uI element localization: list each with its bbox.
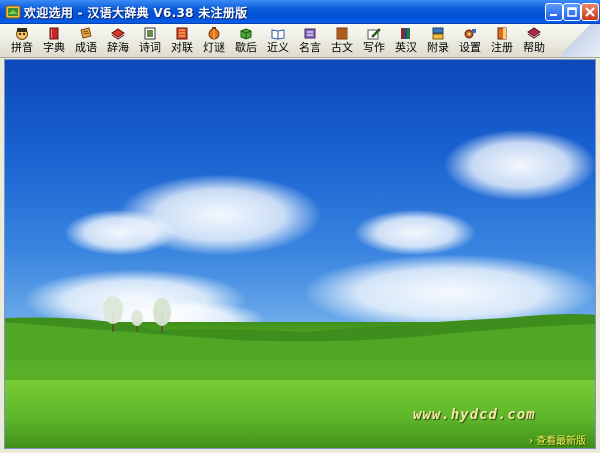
hills-illustration — [5, 296, 595, 380]
check-update-link[interactable]: › 查看最新版 — [529, 432, 586, 447]
settings-icon — [464, 29, 476, 39]
toolbar-label: 对联 — [171, 41, 193, 54]
toolbar-button-shezhi[interactable]: 设置 — [454, 26, 486, 56]
toolbar-label: 注册 — [491, 41, 513, 54]
toolbar-button-zhuce[interactable]: 注册 — [486, 26, 518, 56]
maximize-button[interactable] — [563, 3, 581, 21]
close-button[interactable] — [581, 3, 599, 21]
quote-book-icon — [304, 28, 316, 39]
toolbar-button-xiehou[interactable]: 歇后 — [230, 26, 262, 56]
pinyin-face-icon — [16, 28, 28, 40]
register-book-icon — [497, 27, 507, 40]
framed-picture-icon — [144, 27, 156, 40]
toolbar-button-duilian[interactable]: 对联 — [166, 26, 198, 56]
toolbar-label: 歇后 — [235, 41, 257, 54]
toolbar-label: 设置 — [459, 41, 481, 54]
red-books-icon — [111, 28, 125, 40]
toolbar-label: 近义 — [267, 41, 289, 54]
toolbar-label: 写作 — [363, 41, 385, 54]
toolbar-button-chengyu[interactable]: 成语 — [70, 26, 102, 56]
update-link-label: 查看最新版 — [536, 436, 587, 447]
old-book-icon — [336, 27, 348, 40]
toolbar-button-bangzhu[interactable]: 帮助 — [518, 26, 550, 56]
app-window: 欢迎选用 - 汉语大辞典 V6.38 未注册版 拼音 字典 成语 辞海 诗词 对… — [0, 0, 600, 453]
toolbar-button-shici[interactable]: 诗词 — [134, 26, 166, 56]
scroll-icon — [80, 27, 92, 39]
toolbar-label: 灯谜 — [203, 41, 225, 54]
toolbar-label: 成语 — [75, 41, 97, 54]
main-toolbar: 拼音 字典 成语 辞海 诗词 对联 灯谜 歇后 近义 名言 古文 写作 英汉 附… — [0, 24, 600, 58]
toolbar-label: 帮助 — [523, 41, 545, 54]
toolbar-button-zidian[interactable]: 字典 — [38, 26, 70, 56]
red-book-icon — [49, 27, 59, 40]
appendix-icon — [432, 27, 444, 40]
couplet-icon — [176, 27, 188, 40]
lantern-icon — [208, 27, 220, 40]
toolbar-button-mingyan[interactable]: 名言 — [294, 26, 326, 56]
green-cube-icon — [240, 28, 252, 40]
toolbar-label: 字典 — [43, 41, 65, 54]
toolbar-label: 英汉 — [395, 41, 417, 54]
open-book-icon — [271, 29, 285, 40]
toolbar-button-jinyi[interactable]: 近义 — [262, 26, 294, 56]
title-bar[interactable]: 欢迎选用 - 汉语大辞典 V6.38 未注册版 — [0, 0, 600, 24]
toolbar-label: 古文 — [331, 41, 353, 54]
content-area: www.hydcd.com › 查看最新版 — [4, 59, 596, 449]
dictionary-books-icon — [401, 28, 410, 39]
toolbar-button-guwen[interactable]: 古文 — [326, 26, 358, 56]
toolbar-label: 附录 — [427, 41, 449, 54]
toolbar-button-pinyin[interactable]: 拼音 — [6, 26, 38, 56]
minimize-button[interactable] — [545, 3, 563, 21]
toolbar-button-cihai[interactable]: 辞海 — [102, 26, 134, 56]
toolbar-decoration — [562, 24, 600, 57]
help-book-icon — [527, 27, 541, 39]
app-logo-icon — [5, 5, 21, 19]
maximize-icon — [567, 7, 577, 17]
toolbar-label: 诗词 — [139, 41, 161, 54]
trees — [103, 296, 171, 333]
notepad-pen-icon — [367, 28, 381, 40]
toolbar-button-dengmi[interactable]: 灯谜 — [198, 26, 230, 56]
close-icon — [585, 7, 595, 17]
toolbar-button-fulu[interactable]: 附录 — [422, 26, 454, 56]
toolbar-button-xiezuo[interactable]: 写作 — [358, 26, 390, 56]
window-title: 欢迎选用 - 汉语大辞典 V6.38 未注册版 — [24, 6, 248, 20]
minimize-icon — [550, 14, 557, 16]
toolbar-button-yinghan[interactable]: 英汉 — [390, 26, 422, 56]
toolbar-label: 拼音 — [11, 41, 33, 54]
website-watermark: www.hydcd.com — [413, 407, 536, 423]
toolbar-label: 辞海 — [107, 41, 129, 54]
toolbar-label: 名言 — [299, 41, 321, 54]
